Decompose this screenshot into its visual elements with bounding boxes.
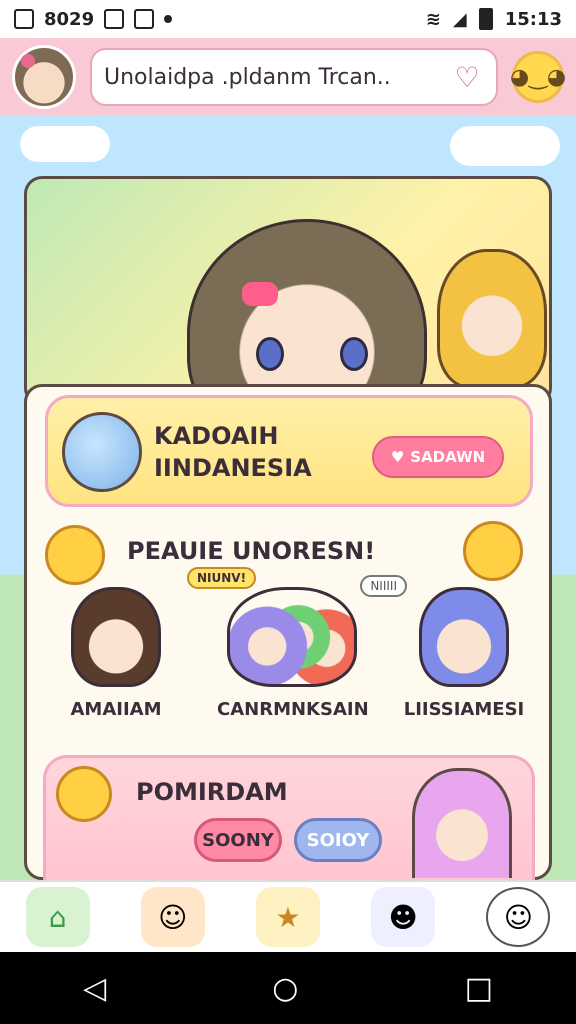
notification-icon [14,9,34,29]
region-text: KADOAIH IINDANESIA [154,420,312,484]
region-line-1: KADOAIH [154,422,279,450]
section-title: PEAUIE UNORESN! [127,537,376,565]
character-label: LIISSIAMESI [403,699,525,720]
home-circle-icon[interactable]: ○ [272,971,298,1006]
region-button-label: SADAWN [410,448,486,466]
region-card[interactable]: KADOAIH IINDANESIA ♥ SADAWN [45,395,533,507]
character-label: AMAIIAM [70,699,162,720]
character-card[interactable]: LIISSIAMESI [399,587,529,720]
companion-character-image [437,249,547,389]
character-avatar [412,768,512,878]
region-action-button[interactable]: ♥ SADAWN [372,436,504,478]
emoji-chat-icon[interactable]: ☺ [486,887,551,947]
home-icon[interactable]: ⌂ [25,887,90,947]
status-left-text: 8029 [44,8,95,30]
bottom-navigation: ⌂ ☺ ★ ☻ ☺ [0,880,576,952]
globe-icon [62,412,142,492]
character-avatar [71,587,161,687]
system-navigation-bar: ◁ ○ □ [0,952,576,1024]
media-notification-icon [134,9,155,29]
sun-mascot-icon [45,525,105,585]
heart-icon[interactable]: ♡ [450,60,484,94]
favorites-card: POMIRDAM SOONY SOIOY [43,755,535,880]
character-label: CANRMNKSAIN [217,699,369,720]
dot-icon [164,15,173,23]
character-card[interactable]: AMAIIAM [51,587,181,720]
search-text[interactable]: Unolaidpa .pldanm Trcan.. [104,65,450,90]
bow-icon [242,282,278,306]
character-avatar [419,587,509,687]
eye-icon [256,337,284,371]
recents-icon[interactable]: □ [465,971,493,1006]
speech-bubble: NIUNV! [187,567,257,589]
app-header: Unolaidpa .pldanm Trcan.. ♡ ◕‿◕ [0,38,576,116]
wifi-icon: ≋ [425,8,441,30]
group-character-avatar [227,587,357,687]
sun-mascot-icon [463,521,523,581]
region-line-2: IINDANESIA [154,454,312,482]
favorites-title: POMIRDAM [136,778,288,806]
chip-button[interactable]: SOONY [194,818,282,862]
main-panel: KADOAIH IINDANESIA ♥ SADAWN PEAUIE UNORE… [24,384,552,880]
cloud-decoration [450,126,560,166]
character-card[interactable]: NIUNV! NIIIII CANRMNKSAIN [187,567,407,720]
mascot-chat-icon[interactable]: ◕‿◕ [510,51,566,103]
battery-icon [478,8,493,30]
status-bar: 8029 ≋ ◢ 15:13 [0,0,576,38]
profile-avatar[interactable] [12,45,76,109]
eye-icon [340,337,368,371]
content-area: KADOAIH IINDANESIA ♥ SADAWN PEAUIE UNORE… [0,116,576,880]
star-house-icon[interactable]: ★ [255,887,320,947]
heart-icon: ♥ [390,448,405,466]
app-notification-icon [104,9,125,29]
clock: 15:13 [504,8,562,30]
hero-banner[interactable] [24,176,552,449]
chip-button[interactable]: SOIOY [294,818,382,862]
cloud-decoration [20,126,110,162]
back-icon[interactable]: ◁ [83,971,106,1006]
signal-icon: ◢ [452,8,467,30]
star-mascot-icon [56,766,112,822]
search-bar[interactable]: Unolaidpa .pldanm Trcan.. ♡ [90,48,498,106]
friends-icon[interactable]: ☻ [371,887,436,947]
profile-nav-icon[interactable]: ☺ [140,887,205,947]
